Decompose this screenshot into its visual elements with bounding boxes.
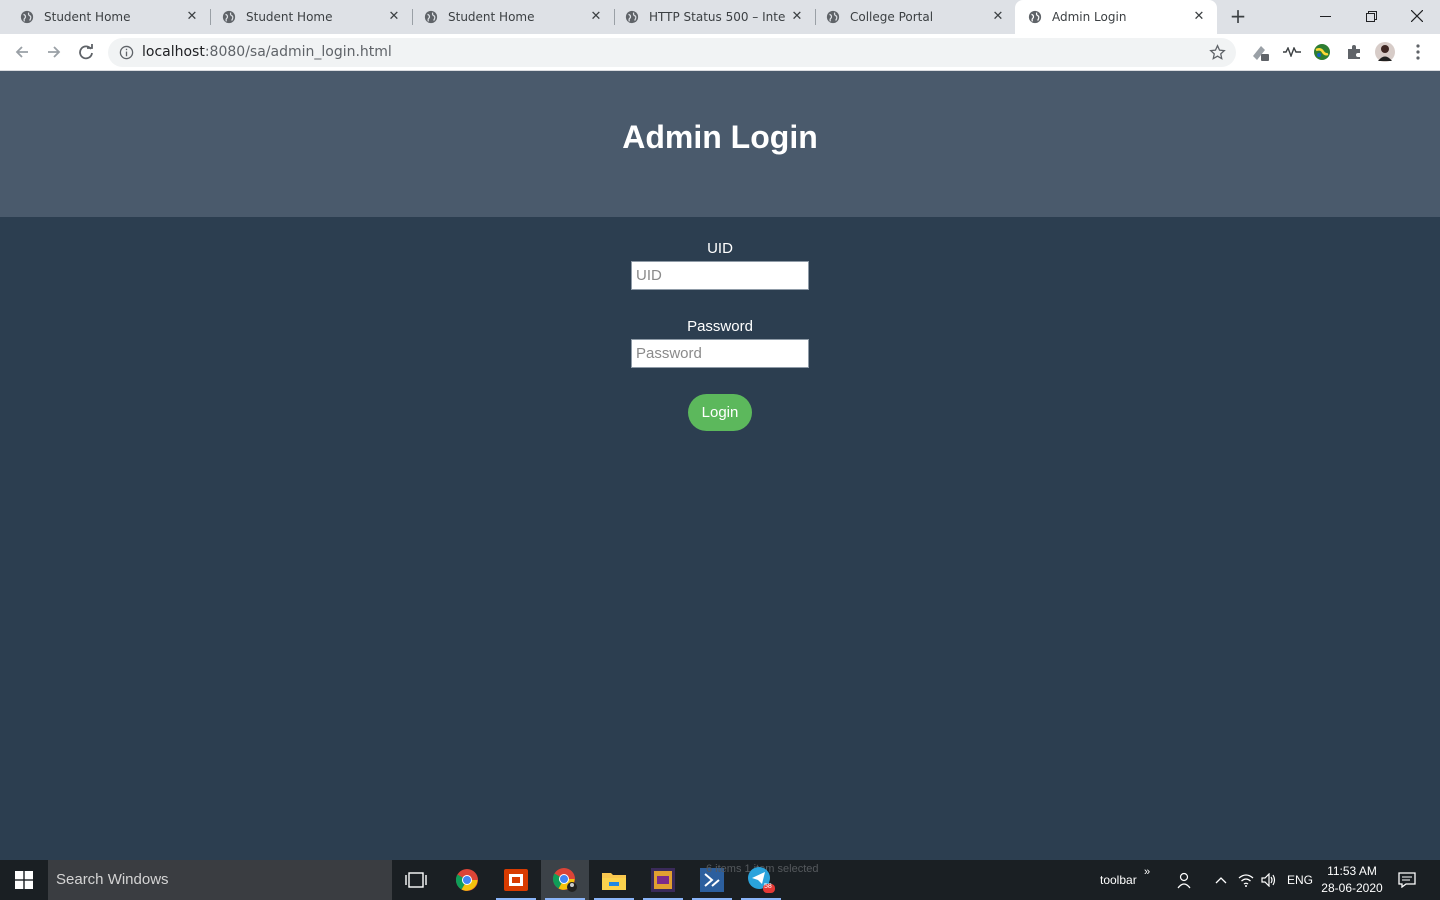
tab-title: Student Home: [44, 10, 131, 24]
globe-icon: [20, 10, 34, 24]
telegram-icon[interactable]: 58: [737, 860, 785, 900]
close-icon[interactable]: ✕: [588, 9, 604, 25]
tab-admin-login[interactable]: Admin Login ✕: [1015, 0, 1217, 34]
game-app-icon[interactable]: [639, 860, 687, 900]
browser-toolbar: localhost:8080/sa/admin_login.html: [0, 34, 1440, 71]
tab-student-home-1[interactable]: Student Home ✕: [0, 0, 211, 34]
kebab-menu-icon[interactable]: [1408, 42, 1428, 62]
volume-icon[interactable]: [1260, 871, 1278, 889]
close-icon[interactable]: ✕: [789, 9, 805, 25]
url-path: :8080/sa/admin_login.html: [204, 44, 392, 60]
tab-http-500[interactable]: HTTP Status 500 – Internal Server Error …: [605, 0, 816, 34]
info-icon[interactable]: [119, 45, 134, 60]
close-window-button[interactable]: [1394, 0, 1440, 32]
globe-icon: [424, 10, 438, 24]
tab-title: College Portal: [850, 10, 934, 24]
globe-icon: [222, 10, 236, 24]
extensions-puzzle-icon[interactable]: [1344, 42, 1364, 62]
url-host: localhost: [142, 44, 205, 60]
globe-icon: [1028, 10, 1042, 24]
chrome-taskbar-icon[interactable]: [443, 860, 491, 900]
login-button[interactable]: Login: [688, 394, 752, 431]
restore-icon: [1365, 10, 1377, 22]
tab-title: Student Home: [246, 10, 333, 24]
toolbar-label[interactable]: toolbar: [1100, 860, 1137, 900]
tab-title: Student Home: [448, 10, 535, 24]
wifi-icon[interactable]: [1237, 871, 1255, 889]
people-icon[interactable]: [1176, 871, 1194, 889]
close-icon[interactable]: ✕: [386, 9, 402, 25]
search-placeholder: Search Windows: [56, 871, 169, 888]
forward-button[interactable]: [42, 40, 66, 64]
minimize-button[interactable]: [1302, 0, 1348, 32]
password-label: Password: [687, 318, 753, 335]
extension-globe-icon[interactable]: [1312, 42, 1332, 62]
tab-student-home-2[interactable]: Student Home ✕: [202, 0, 413, 34]
chevron-up-icon[interactable]: [1212, 871, 1230, 889]
uid-input[interactable]: [631, 261, 809, 290]
clock-date: 28-06-2020: [1321, 881, 1383, 895]
windows-logo-icon: [15, 871, 33, 889]
password-input[interactable]: [631, 339, 809, 368]
globe-icon: [625, 10, 639, 24]
back-button[interactable]: [10, 40, 34, 64]
task-view-icon[interactable]: [392, 860, 440, 900]
tab-title: HTTP Status 500 – Internal Server Error: [649, 10, 785, 24]
close-icon: [1411, 10, 1423, 22]
presentation-app-icon[interactable]: [492, 860, 540, 900]
bookmark-star-icon[interactable]: [1209, 44, 1226, 61]
reload-icon: [79, 44, 93, 60]
clock-time: 11:53 AM: [1327, 864, 1377, 878]
minimize-icon: [1319, 15, 1331, 17]
notification-icon[interactable]: [1398, 871, 1416, 889]
arrow-left-icon: [15, 46, 28, 58]
page-title: Admin Login: [622, 119, 818, 155]
system-clock[interactable]: 11:53 AM 28-06-2020: [1318, 863, 1386, 897]
telegram-badge: 58: [764, 883, 772, 890]
reload-button[interactable]: [74, 40, 98, 64]
address-bar[interactable]: localhost:8080/sa/admin_login.html: [108, 38, 1236, 67]
start-button[interactable]: [0, 860, 48, 900]
profile-avatar[interactable]: [1375, 42, 1395, 62]
close-icon[interactable]: ✕: [1191, 9, 1207, 25]
double-chevron-icon[interactable]: »: [1144, 852, 1150, 892]
tab-student-home-3[interactable]: Student Home ✕: [404, 0, 615, 34]
browser-tab-strip: Student Home ✕ Student Home ✕ Student Ho…: [0, 0, 1440, 34]
language-indicator[interactable]: ENG: [1287, 860, 1313, 900]
extension-wave-icon[interactable]: [1282, 42, 1302, 62]
close-icon[interactable]: ✕: [184, 9, 200, 25]
extension-tag-assistant-icon[interactable]: [1250, 42, 1270, 62]
restore-button[interactable]: [1348, 0, 1394, 32]
chrome-profile-taskbar-icon[interactable]: [541, 860, 589, 900]
uid-label: UID: [707, 240, 733, 257]
taskbar-search-box[interactable]: Search Windows: [48, 860, 392, 900]
close-icon[interactable]: ✕: [990, 9, 1006, 25]
url-text[interactable]: localhost:8080/sa/admin_login.html: [142, 38, 392, 67]
new-tab-button[interactable]: +: [1226, 5, 1250, 29]
page-header: Admin Login: [0, 71, 1440, 217]
file-explorer-icon[interactable]: [590, 860, 638, 900]
arrow-right-icon: [48, 46, 61, 58]
tab-college-portal[interactable]: College Portal ✕: [806, 0, 1016, 34]
login-form: UID Password Login: [0, 217, 1440, 860]
globe-icon: [826, 10, 840, 24]
windows-taskbar: Search Windows 6 items 1 item selected 5…: [0, 860, 1440, 900]
tab-title: Admin Login: [1052, 10, 1127, 24]
